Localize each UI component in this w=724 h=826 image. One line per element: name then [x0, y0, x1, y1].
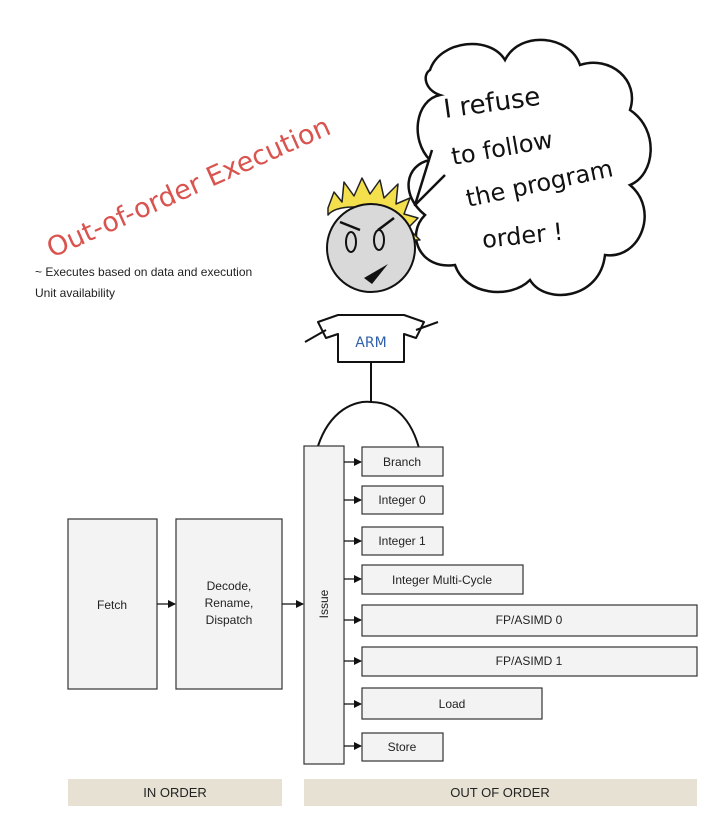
unit-integer-1-label: Integer 1 — [378, 534, 426, 548]
decode-label-3: Dispatch — [206, 613, 253, 627]
shirt-label: ARM — [355, 335, 386, 351]
unit-branch-label: Branch — [383, 455, 421, 469]
unit-load-label: Load — [439, 697, 466, 711]
unit-store-label: Store — [388, 740, 417, 754]
out-of-order-label: OUT OF ORDER — [450, 785, 549, 800]
in-order-label: IN ORDER — [143, 785, 207, 800]
speech-bubble — [407, 38, 652, 297]
title: Out-of-order Execution — [42, 111, 335, 264]
unit-fp-asimd-1-label: FP/ASIMD 1 — [496, 654, 563, 668]
unit-integer-0-label: Integer 0 — [378, 493, 426, 507]
subtitle-line-2: Unit availability — [35, 286, 115, 300]
ooo-diagram: Out-of-order Execution ~ Executes based … — [35, 38, 698, 806]
subtitle-line-1: ~ Executes based on data and execution — [35, 265, 252, 279]
unit-fp-asimd-0-label: FP/ASIMD 0 — [496, 613, 563, 627]
decode-label-1: Decode, — [207, 579, 252, 593]
left-arm — [304, 329, 327, 343]
fetch-label: Fetch — [97, 598, 127, 612]
issue-label: Issue — [317, 589, 331, 618]
decode-label-2: Rename, — [205, 596, 254, 610]
unit-integer-multi-cycle-label: Integer Multi-Cycle — [392, 573, 492, 587]
